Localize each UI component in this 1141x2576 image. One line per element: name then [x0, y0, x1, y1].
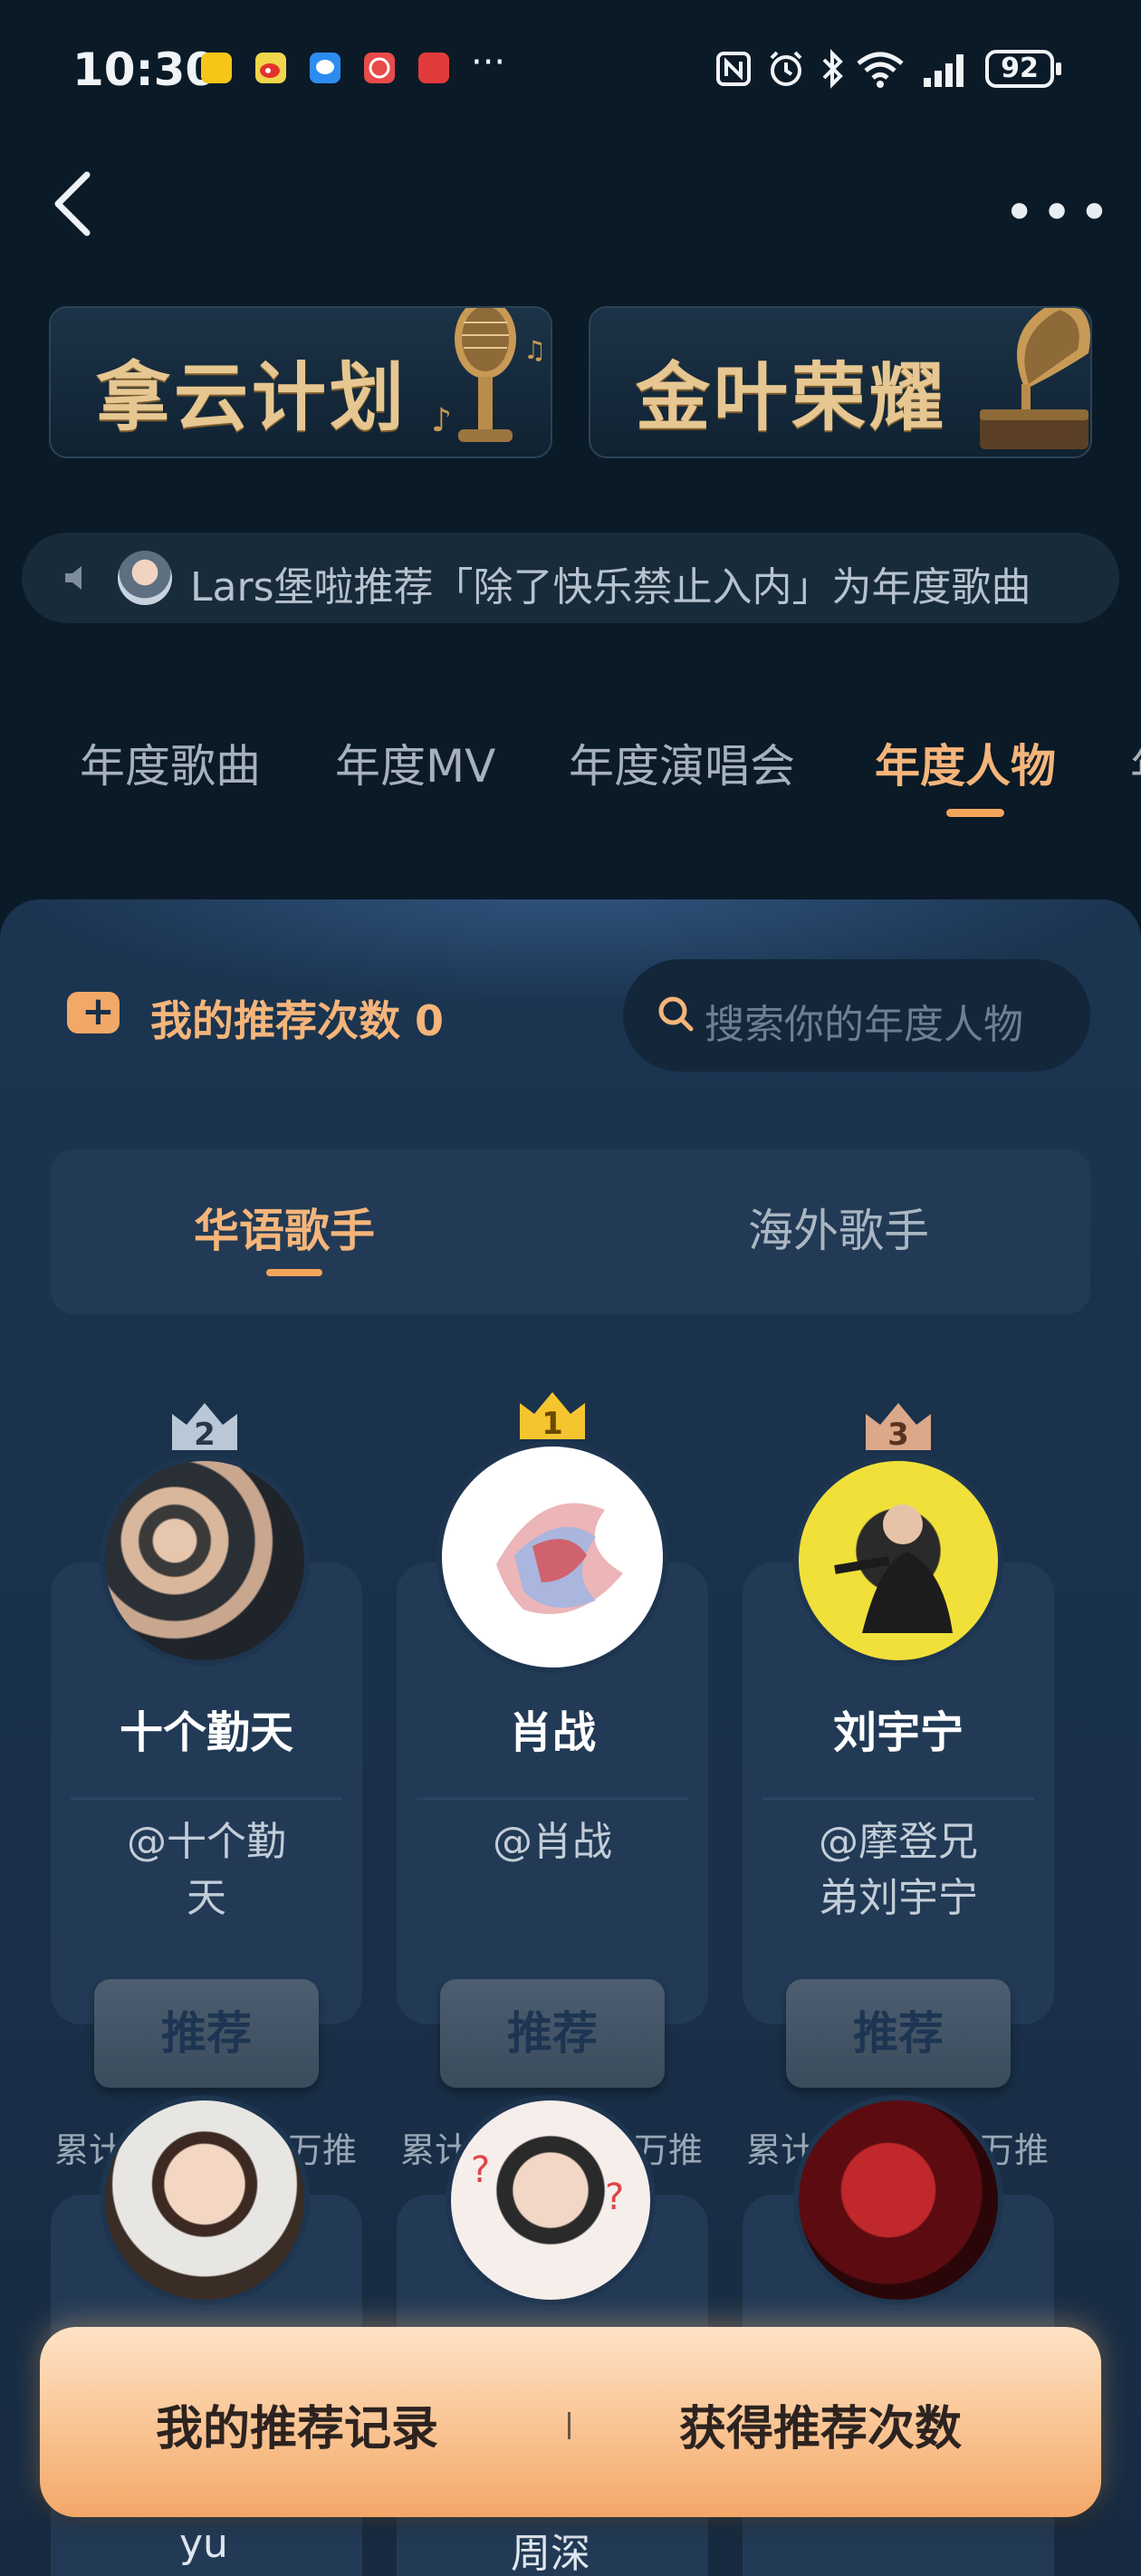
alarm-icon — [770, 51, 802, 86]
weibo-icon — [255, 53, 286, 83]
more-notifications: ··· — [471, 42, 506, 83]
singer-avatar — [100, 2095, 310, 2305]
svg-text:?: ? — [605, 2177, 624, 2218]
singer-region-segment: 华语歌手 海外歌手 — [51, 1149, 1090, 1314]
wifi-icon — [857, 52, 904, 88]
singer-avatar — [436, 1441, 668, 1673]
tab-annual-mv[interactable]: 年度MV — [335, 730, 495, 795]
battery-indicator: 92 — [985, 50, 1061, 88]
rank-silver-crown-icon: 2 — [172, 1403, 237, 1452]
rank-bronze-crown-icon: 3 — [866, 1403, 931, 1452]
divider — [762, 1798, 1034, 1800]
recommend-button[interactable]: 推荐 — [94, 1979, 319, 2088]
singer-avatar — [793, 1456, 1003, 1666]
meituan-icon — [201, 53, 232, 83]
my-recommend-records-button[interactable]: 我的推荐记录 — [156, 2390, 438, 2458]
singer-avatar — [100, 1456, 310, 1666]
status-bar: 10:30 ··· 92 — [0, 0, 1141, 136]
svg-text:2: 2 — [194, 1417, 216, 1452]
svg-text:?: ? — [471, 2149, 490, 2191]
singer-name: 刘宇宁 — [832, 1707, 964, 1758]
singer-handle: @肖战 — [493, 1819, 612, 1865]
banner-golden-leaf[interactable]: 金叶荣耀 — [589, 306, 1092, 458]
svg-text:♪: ♪ — [431, 402, 452, 439]
search-icon — [658, 996, 694, 1032]
bottom-action-bar: 我的推荐记录 获得推荐次数 — [40, 2327, 1101, 2517]
search-placeholder: 搜索你的年度人物 — [705, 1002, 1023, 1048]
search-input[interactable]: 搜索你的年度人物 — [623, 959, 1090, 1072]
singer-avatar: ? ? — [446, 2095, 656, 2305]
tab-annual-concert[interactable]: 年度演唱会 — [569, 730, 795, 795]
banner-title: 金叶荣耀 — [636, 354, 948, 441]
svg-text:1: 1 — [542, 1406, 563, 1441]
recommend-count-label: 我的推荐次数 0 — [150, 996, 445, 1045]
bluetooth-icon — [822, 49, 843, 89]
singer-handle: @摩登兄 — [819, 1819, 978, 1865]
ticker-text: Lars堡啦推荐「除了快乐禁止入内」为年度歌曲 — [190, 564, 1031, 610]
huawei-icon — [418, 53, 449, 83]
more-options-button[interactable]: ••• — [1003, 181, 1110, 245]
divider — [568, 2412, 570, 2439]
singer-handle: @十个勤 — [127, 1819, 286, 1865]
banner-nayun-plan[interactable]: 拿云计划 ♪ ♫ — [49, 306, 552, 458]
avatar — [118, 551, 172, 605]
singer-name: 十个勤天 — [119, 1707, 293, 1758]
nfc-icon — [716, 52, 751, 86]
back-button[interactable] — [47, 168, 101, 240]
microphone-icon: ♪ ♫ — [431, 308, 546, 442]
singer-handle-cont: 弟刘宇宁 — [819, 1875, 978, 1921]
recommend-button[interactable]: 推荐 — [440, 1979, 665, 2088]
gramophone-icon — [980, 308, 1090, 449]
status-time: 10:30 — [72, 43, 217, 96]
recommend-button[interactable]: 推荐 — [786, 1979, 1011, 2088]
singer-name: 肖战 — [508, 1707, 596, 1758]
divider — [71, 1798, 342, 1800]
rank-gold-crown-icon: 1 — [520, 1392, 585, 1441]
divider — [417, 1798, 688, 1800]
bank-icon — [364, 53, 395, 83]
singer-name: yu — [179, 2521, 228, 2567]
get-recommend-count-button[interactable]: 获得推荐次数 — [679, 2390, 962, 2458]
tab-annual-person[interactable]: 年度人物 — [875, 730, 1056, 795]
speaker-icon — [65, 566, 82, 590]
chat-bubble-icon — [310, 53, 340, 83]
tab-partial[interactable]: 年 — [1130, 730, 1141, 795]
singer-handle-cont: 天 — [187, 1875, 226, 1921]
content-panel: 我的推荐次数 0 搜索你的年度人物 华语歌手 海外歌手 2 十个勤天 @十个勤 … — [0, 899, 1141, 2576]
segment-chinese-singers[interactable]: 华语歌手 — [194, 1195, 375, 1260]
segment-overseas-singers[interactable]: 海外歌手 — [748, 1195, 929, 1260]
singer-avatar — [793, 2095, 1003, 2305]
segment-active-indicator — [266, 1269, 322, 1276]
back-arrow-icon — [54, 171, 91, 236]
recommend-ticket-icon — [67, 988, 120, 1034]
tab-active-indicator — [946, 809, 1004, 817]
recommendation-ticker[interactable]: Lars堡啦推荐「除了快乐禁止入内」为年度歌曲 — [22, 533, 1119, 623]
signal-icon — [924, 54, 964, 87]
singer-name: 周深 — [511, 2531, 590, 2576]
banner-title: 拿云计划 — [96, 354, 408, 441]
svg-text:3: 3 — [887, 1417, 909, 1452]
tab-annual-song[interactable]: 年度歌曲 — [80, 730, 261, 795]
svg-text:♫: ♫ — [523, 335, 546, 365]
